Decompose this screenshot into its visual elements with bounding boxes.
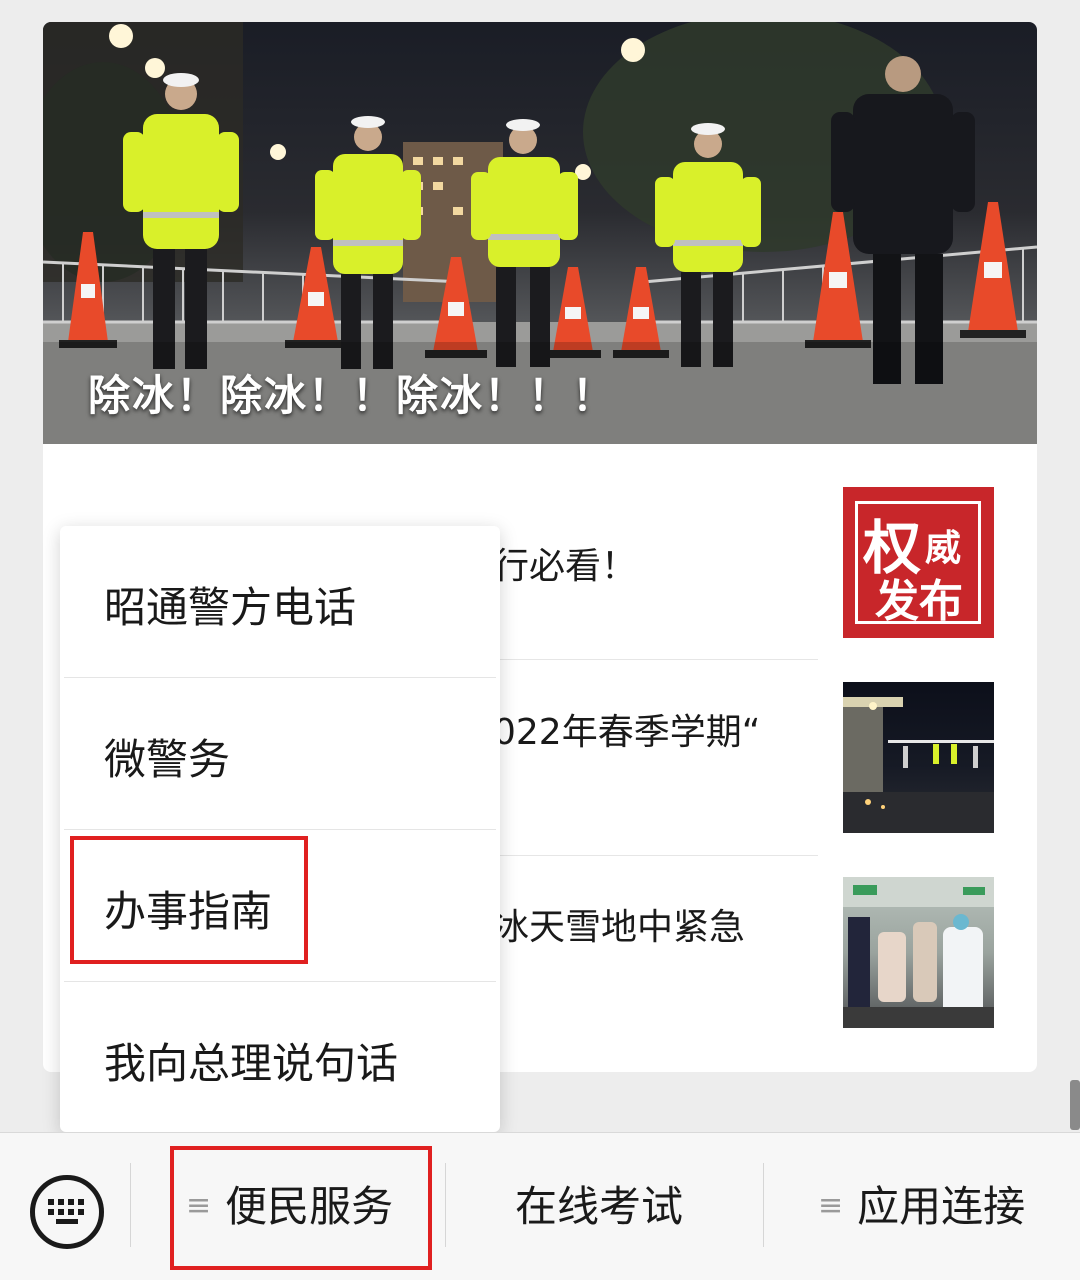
- keyboard-icon[interactable]: [30, 1175, 104, 1249]
- hero-caption: 除冰！除冰！！除冰！！！: [88, 371, 617, 420]
- thumbnail-text-bottom: 发布: [875, 576, 963, 627]
- article-title: 022年春季学期“: [493, 712, 761, 753]
- bottom-menu-bar: ≡ 便民服务 在线考试 ≡ 应用连接: [0, 1132, 1080, 1280]
- menu-online-exam-button[interactable]: 在线考试: [515, 1173, 683, 1243]
- article-title: 冰天雪地中紧急: [493, 907, 746, 948]
- divider: [130, 1163, 131, 1247]
- menu-item-label: 我向总理说句话: [104, 1039, 399, 1088]
- scrollbar[interactable]: [1070, 1080, 1080, 1130]
- divider: [445, 1163, 446, 1247]
- menu-item-label: 昭通警方电话: [104, 583, 357, 632]
- menu-app-links-button[interactable]: ≡ 应用连接: [818, 1173, 1025, 1243]
- menu-button-label: 应用连接: [857, 1182, 1026, 1231]
- menu-item-message-premier[interactable]: 我向总理说句话: [60, 982, 500, 1134]
- divider: [763, 1163, 764, 1247]
- menu-button-label: 在线考试: [515, 1182, 684, 1231]
- menu-item-label: 微警务: [104, 735, 231, 784]
- keyboard-keys-icon: [48, 1199, 84, 1224]
- night-checkpoint-photo: [843, 697, 994, 833]
- submenu-popup: 昭通警方电话 微警务 办事指南 我向总理说句话: [60, 526, 500, 1132]
- menu-item-police-phone[interactable]: 昭通警方电话: [60, 526, 500, 678]
- thumbnail-text-small: 威: [925, 528, 962, 569]
- article-thumbnail: [843, 682, 994, 833]
- highlight-box: [70, 836, 308, 964]
- article-thumbnail: 权 威 发布: [843, 487, 994, 638]
- menu-item-micro-police[interactable]: 微警务: [60, 678, 500, 830]
- hero-banner[interactable]: 除冰！除冰！！除冰！！！: [43, 22, 1037, 444]
- menu-lines-icon: ≡: [818, 1188, 844, 1223]
- hospital-photo: [843, 877, 994, 1028]
- article-title: 行必看！: [493, 546, 638, 587]
- article-thumbnail: [843, 877, 994, 1028]
- highlight-box: [170, 1146, 432, 1270]
